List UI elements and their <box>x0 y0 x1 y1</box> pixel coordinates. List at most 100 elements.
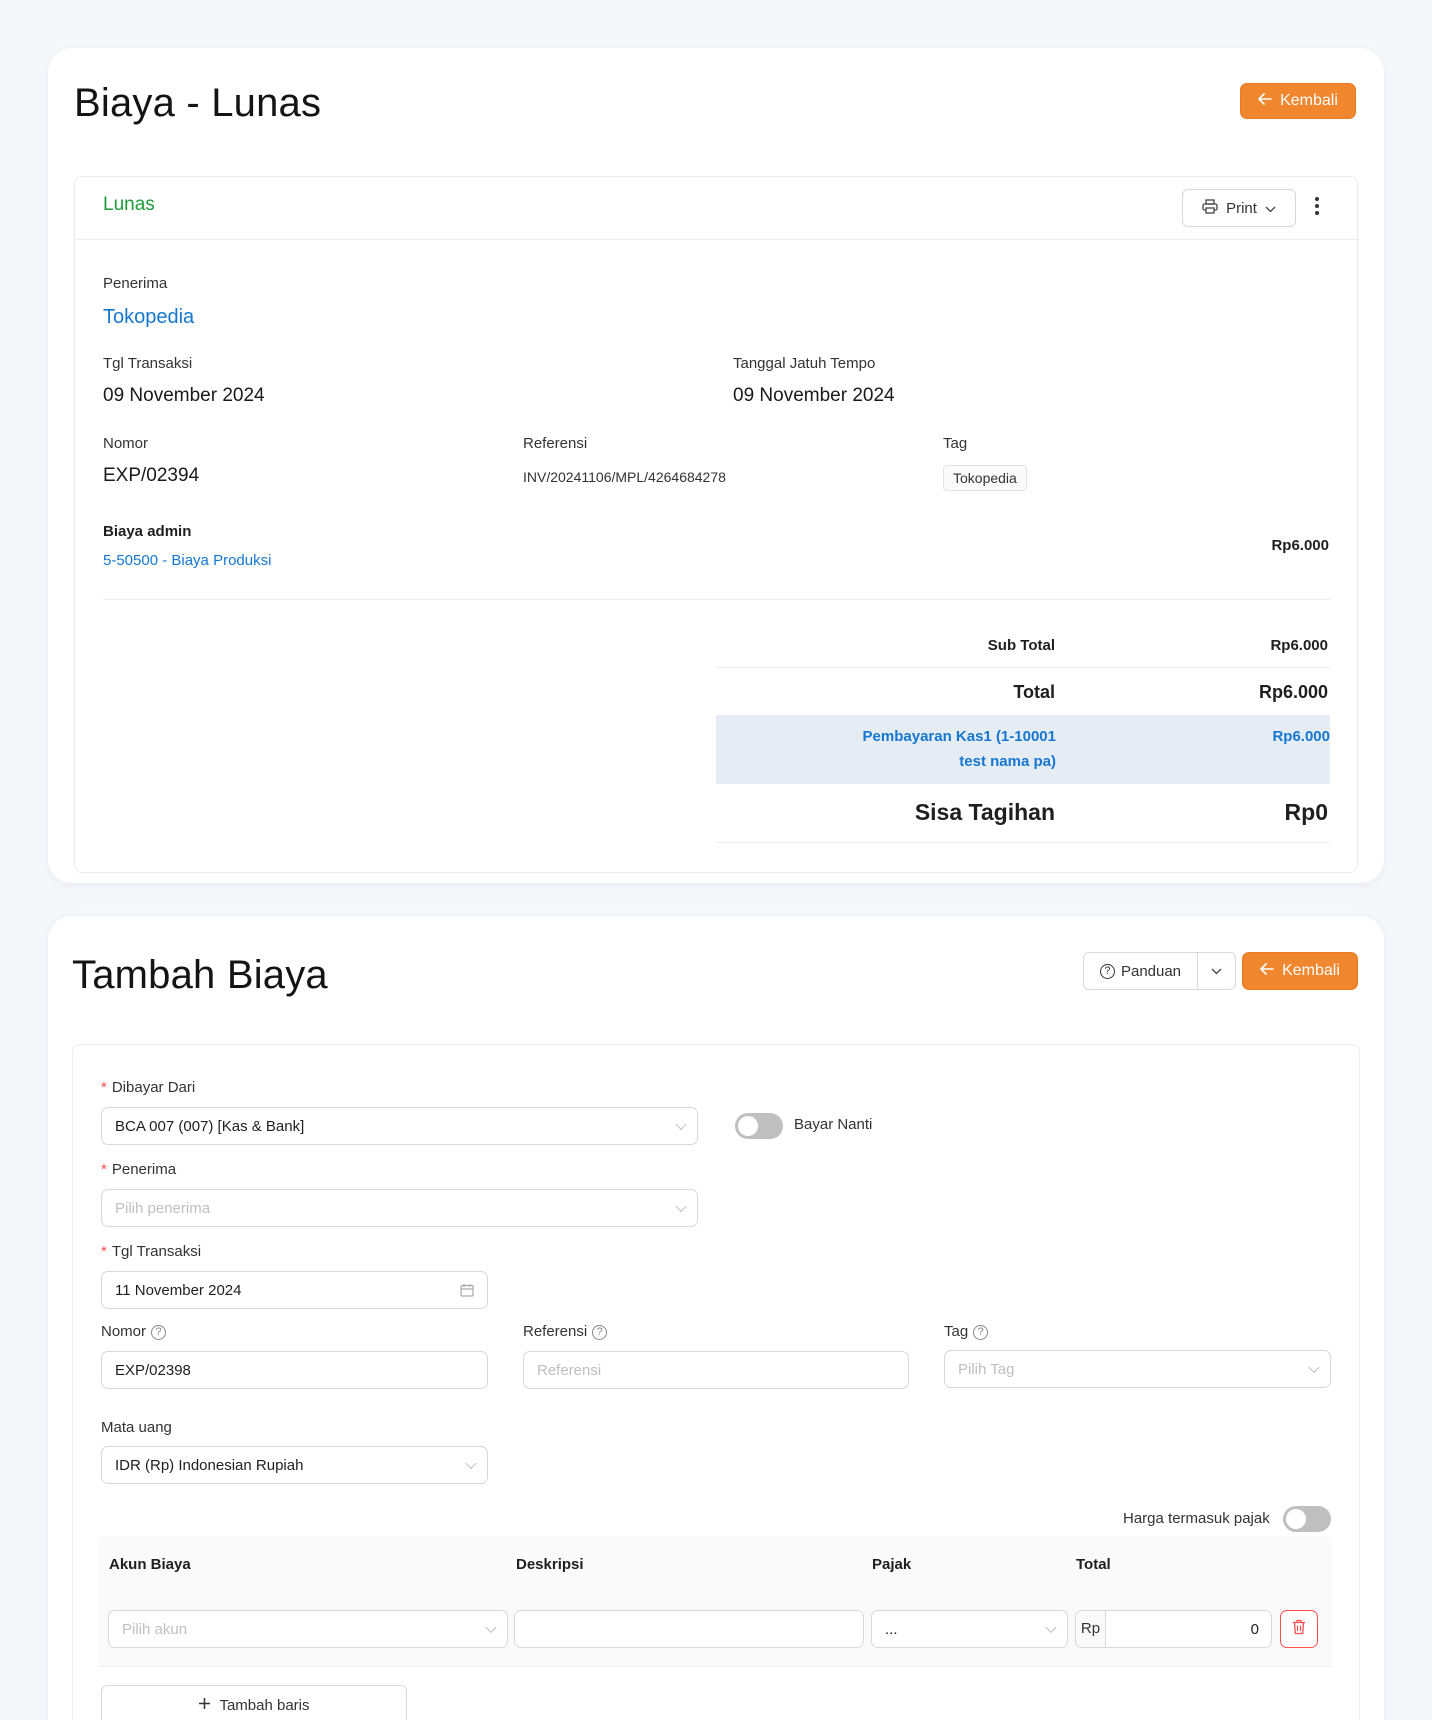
description-input[interactable] <box>514 1610 864 1648</box>
balance-label: Sisa Tagihan <box>914 799 1055 825</box>
items-divider <box>103 599 1331 600</box>
recipient-label: Penerima <box>103 275 168 292</box>
recipient-select[interactable]: Pilih penerima <box>101 1189 698 1227</box>
trash-icon <box>1292 1619 1306 1640</box>
more-options-icon[interactable] <box>1311 195 1323 219</box>
number-label: Nomor <box>103 435 149 452</box>
guide-dropdown-button[interactable] <box>1198 953 1235 989</box>
balance-value: Rp0 <box>1284 799 1328 825</box>
item-amount: Rp6.000 <box>1271 537 1329 554</box>
subtotal-divider <box>716 667 1330 668</box>
chevron-down-icon <box>675 1118 687 1131</box>
reference-value: INV/20241106/MPL/4264684278 <box>523 469 726 485</box>
trx-date-value: 11 November 2024 <box>115 1281 242 1299</box>
guide-button[interactable]: ? Panduan <box>1084 953 1198 989</box>
expense-form-card: * Dibayar Dari BCA 007 (007) [Kas & Bank]… <box>72 1044 1360 1720</box>
plus-icon <box>198 1697 211 1714</box>
calendar-icon <box>460 1283 474 1301</box>
account-select[interactable]: Pilih akun <box>108 1610 508 1648</box>
tag-placeholder: Pilih Tag <box>958 1360 1015 1378</box>
page-title: Tambah Biaya <box>72 953 328 997</box>
recipient-label: * Penerima <box>101 1161 177 1178</box>
currency-select[interactable]: IDR (Rp) Indonesian Rupiah <box>101 1446 488 1484</box>
column-total: Total <box>1076 1556 1111 1573</box>
trx-date-label: * Tgl Transaksi <box>101 1243 202 1260</box>
arrow-left-icon <box>1260 962 1274 980</box>
trx-date-value: 09 November 2024 <box>103 385 265 406</box>
payment-amount: Rp6.000 <box>1272 728 1330 745</box>
guide-button-group: ? Panduan <box>1083 952 1236 990</box>
arrow-left-icon <box>1258 92 1272 110</box>
delete-row-button[interactable] <box>1280 1610 1318 1648</box>
table-row: Pilih akun ... Rp 0 <box>99 1595 1332 1667</box>
chevron-down-icon <box>675 1200 687 1213</box>
paid-from-value: BCA 007 (007) [Kas & Bank] <box>115 1117 305 1135</box>
chevron-down-icon <box>465 1457 477 1470</box>
item-name: Biaya admin <box>103 523 192 540</box>
amount-input-group[interactable]: Rp 0 <box>1075 1610 1272 1648</box>
column-description: Deskripsi <box>516 1556 584 1573</box>
account-placeholder: Pilih akun <box>122 1620 188 1638</box>
number-input[interactable]: EXP/02398 <box>101 1351 488 1389</box>
tag-chip: Tokopedia <box>943 465 1027 491</box>
currency-prefix: Rp <box>1076 1611 1106 1647</box>
chevron-down-icon <box>1308 1361 1320 1374</box>
balance-divider <box>716 842 1330 843</box>
number-label: Nomor? <box>101 1323 167 1340</box>
reference-placeholder: Referensi <box>537 1361 602 1379</box>
header-divider <box>75 239 1359 240</box>
recipient-placeholder: Pilih penerima <box>115 1199 211 1217</box>
recipient-link[interactable]: Tokopedia <box>103 306 194 329</box>
subtotal-label: Sub Total <box>987 637 1055 654</box>
subtotal-value: Rp6.000 <box>1270 637 1328 654</box>
expense-detail-panel: Biaya - Lunas Kembali Lunas Print Peneri… <box>48 48 1384 883</box>
tax-inclusive-label: Harga termasuk pajak <box>1123 1510 1270 1527</box>
chevron-down-icon <box>1045 1621 1057 1634</box>
chevron-down-icon <box>1265 200 1276 217</box>
add-row-label: Tambah baris <box>219 1696 310 1714</box>
question-circle-icon: ? <box>151 1325 167 1340</box>
question-circle-icon: ? <box>592 1325 608 1340</box>
chevron-down-icon <box>485 1621 497 1634</box>
back-button-label: Kembali <box>1280 92 1338 109</box>
items-table-header: Akun Biaya Deskripsi Pajak Total <box>99 1537 1332 1595</box>
trx-date-label: Tgl Transaksi <box>103 355 193 372</box>
number-value: EXP/02394 <box>103 465 200 486</box>
status-badge: Lunas <box>103 194 155 215</box>
back-button[interactable]: Kembali <box>1242 952 1358 990</box>
total-label: Total <box>1013 682 1055 702</box>
due-date-value: 09 November 2024 <box>733 385 895 406</box>
number-value: EXP/02398 <box>115 1361 191 1379</box>
add-expense-panel: Tambah Biaya ? Panduan Kembali * Dibayar … <box>48 916 1384 1720</box>
question-circle-icon: ? <box>1099 963 1115 979</box>
expense-detail-card: Lunas Print Penerima Tokopedia Tgl Trans… <box>74 176 1359 873</box>
tax-select[interactable]: ... <box>871 1610 1068 1648</box>
guide-button-label: Panduan <box>1120 962 1182 980</box>
question-circle-icon: ? <box>973 1325 989 1340</box>
tag-label: Tag <box>943 435 968 452</box>
print-button[interactable]: Print <box>1182 189 1296 227</box>
add-row-button[interactable]: Tambah baris <box>101 1685 407 1720</box>
trx-date-input[interactable]: 11 November 2024 <box>101 1271 488 1309</box>
tax-value: ... <box>885 1620 898 1638</box>
reference-label: Referensi? <box>523 1323 608 1340</box>
pay-later-toggle[interactable] <box>735 1113 783 1139</box>
print-button-label: Print <box>1226 199 1257 217</box>
due-date-label: Tanggal Jatuh Tempo <box>733 355 876 372</box>
tag-select[interactable]: Pilih Tag <box>944 1350 1331 1388</box>
payment-row: Pembayaran Kas1 (1-10001 test nama pa) R… <box>716 715 1330 784</box>
item-account-link[interactable]: 5-50500 - Biaya Produksi <box>103 552 271 569</box>
tax-inclusive-toggle[interactable] <box>1283 1506 1331 1532</box>
tag-label: Tag? <box>944 1323 989 1340</box>
reference-input[interactable]: Referensi <box>523 1351 909 1389</box>
back-button[interactable]: Kembali <box>1240 83 1356 119</box>
payment-line-1[interactable]: Pembayaran Kas1 (1-10001 <box>863 728 1056 745</box>
total-value: Rp6.000 <box>1258 682 1328 702</box>
paid-from-select[interactable]: BCA 007 (007) [Kas & Bank] <box>101 1107 698 1145</box>
currency-label: Mata uang <box>101 1419 172 1436</box>
payment-line-2[interactable]: test nama pa) <box>959 753 1056 770</box>
page-title: Biaya - Lunas <box>74 81 322 125</box>
currency-value: IDR (Rp) Indonesian Rupiah <box>115 1456 304 1474</box>
paid-from-label: * Dibayar Dari <box>101 1079 196 1096</box>
column-tax: Pajak <box>872 1556 912 1573</box>
